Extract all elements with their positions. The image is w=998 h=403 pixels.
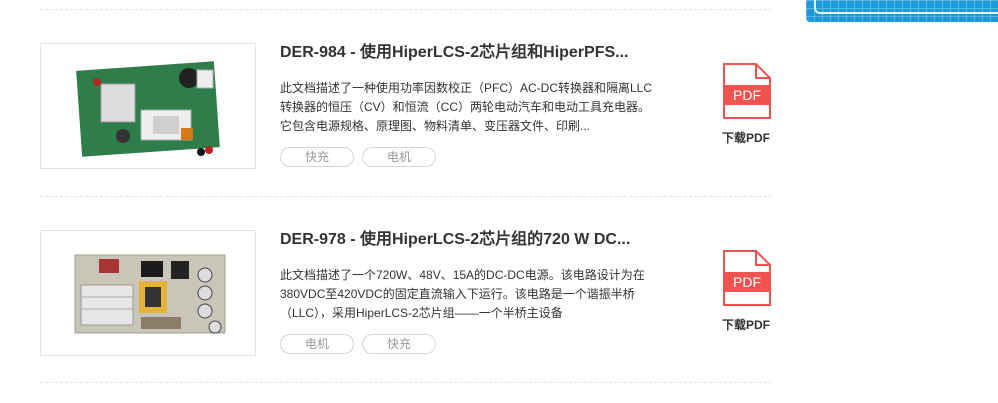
product-description: 此文档描述了一种使用功率因数校正（PFC）AC-DC转换器和隔离LLC转换器的恒… — [280, 81, 653, 133]
tag[interactable]: 快充 — [362, 334, 436, 354]
product-thumbnail[interactable] — [40, 230, 256, 356]
divider — [40, 9, 772, 10]
product-card: DER-978 - 使用HiperLCS-2芯片组的720 W DC... 此文… — [40, 230, 780, 358]
download-pdf-button[interactable]: PDF 下载PDF — [714, 63, 778, 146]
product-title[interactable]: DER-978 - 使用HiperLCS-2芯片组的720 W DC... — [280, 230, 660, 250]
pdf-icon-text: PDF — [733, 87, 761, 103]
corner-banner — [806, 0, 998, 22]
product-title[interactable]: DER-984 - 使用HiperLCS-2芯片组和HiperPFS... — [280, 43, 660, 63]
tag-list: 快充 电机 — [280, 147, 436, 167]
pdf-icon-text: PDF — [733, 274, 761, 290]
product-card: DER-984 - 使用HiperLCS-2芯片组和HiperPFS... 此文… — [40, 43, 780, 171]
tag[interactable]: 快充 — [280, 147, 354, 167]
product-thumbnail[interactable] — [40, 43, 256, 169]
pdf-file-icon: PDF — [723, 63, 771, 119]
download-pdf-label: 下载PDF — [721, 131, 770, 145]
tag[interactable]: 电机 — [280, 334, 354, 354]
divider — [40, 196, 772, 197]
divider — [40, 382, 772, 383]
product-description: 此文档描述了一个720W、48V、15A的DC-DC电源。该电路设计为在380V… — [280, 268, 645, 320]
download-pdf-label: 下载PDF — [721, 318, 770, 332]
download-pdf-button[interactable]: PDF 下载PDF — [714, 250, 778, 333]
tag[interactable]: 电机 — [362, 147, 436, 167]
tag-list: 电机 快充 — [280, 334, 436, 354]
pdf-file-icon: PDF — [723, 250, 771, 306]
